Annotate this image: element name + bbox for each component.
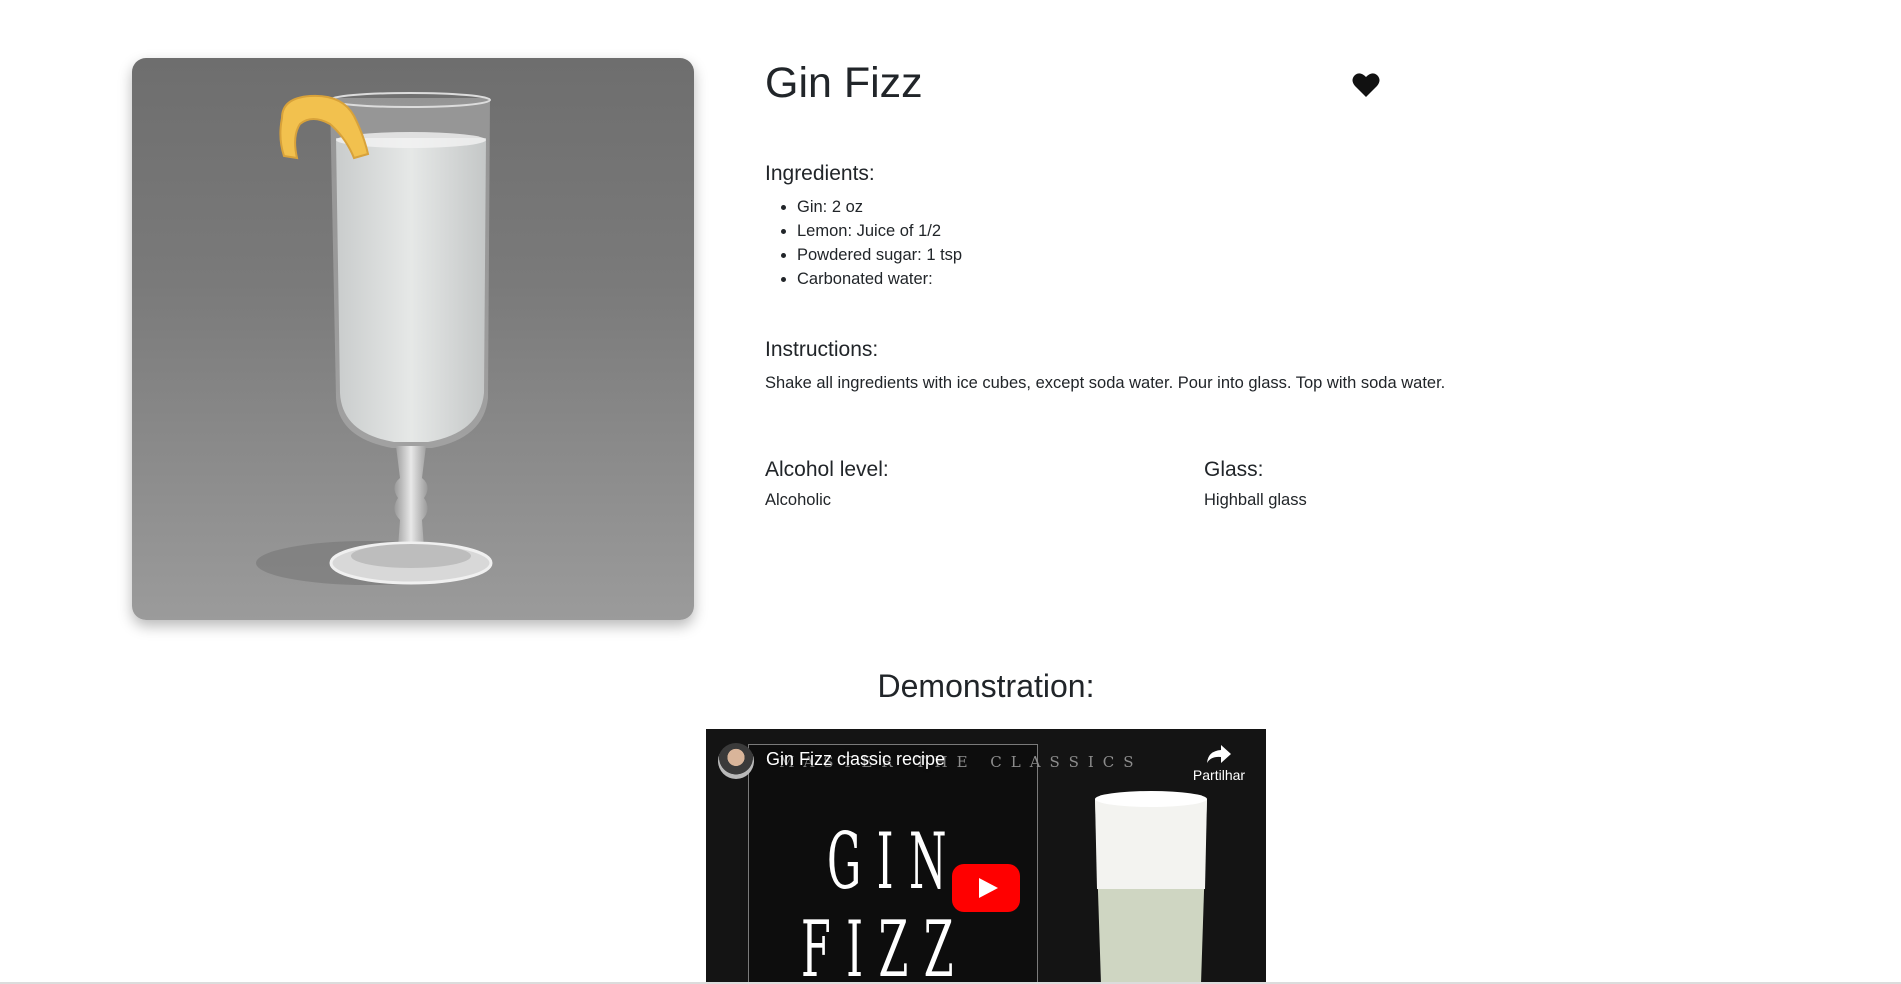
demonstration-heading: Demonstration: <box>877 668 1095 704</box>
youtube-video-embed[interactable]: MASTER THE CLASSICS GIN FIZZ Gin Fizz cl… <box>706 729 1266 984</box>
ingredient-item: Carbonated water: <box>797 267 962 291</box>
instructions-heading: Instructions: <box>765 338 879 361</box>
alcohol-level-heading: Alcohol level: <box>765 458 889 481</box>
glass-heading: Glass: <box>1204 458 1264 481</box>
ingredient-item: Powdered sugar: 1 tsp <box>797 243 962 267</box>
video-title[interactable]: Gin Fizz classic recipe <box>766 749 945 770</box>
youtube-play-icon[interactable] <box>952 864 1020 912</box>
drink-image <box>132 58 694 620</box>
ingredients-heading: Ingredients: <box>765 162 875 185</box>
drink-details-page: Gin Fizz Ingredients: Gin: 2 oz Lemon: J… <box>0 0 1901 984</box>
poster-word-fizz: FIZZ <box>801 905 969 984</box>
share-arrow-icon <box>1207 745 1231 763</box>
share-label: Partilhar <box>1192 767 1246 783</box>
channel-avatar[interactable] <box>718 743 754 779</box>
ingredient-item: Lemon: Juice of 1/2 <box>797 219 962 243</box>
video-glass-image <box>1095 791 1207 984</box>
glass-value: Highball glass <box>1204 491 1307 509</box>
gin-fizz-glass-illustration <box>256 92 493 585</box>
favorite-heart-icon[interactable] <box>1352 72 1380 98</box>
ingredient-item: Gin: 2 oz <box>797 195 962 219</box>
alcohol-level-value: Alcoholic <box>765 491 832 509</box>
instructions-text: Shake all ingredients with ice cubes, ex… <box>765 374 1446 392</box>
share-button[interactable]: Partilhar <box>1184 743 1254 793</box>
drink-title: Gin Fizz <box>765 59 923 107</box>
ingredient-list: Gin: 2 oz Lemon: Juice of 1/2 Powdered s… <box>765 195 962 291</box>
poster-word-gin: GIN <box>827 817 962 907</box>
